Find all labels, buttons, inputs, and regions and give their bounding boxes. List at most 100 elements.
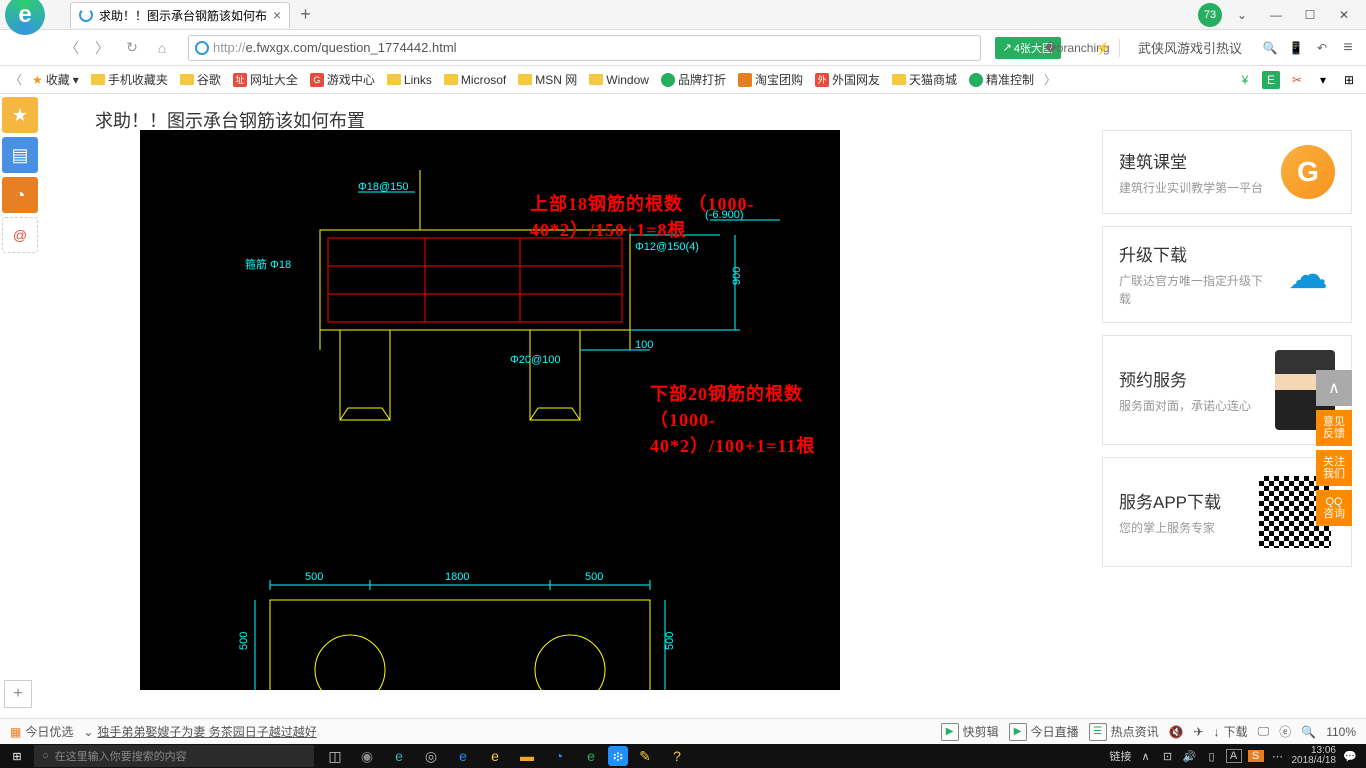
feedback-button[interactable]: 意见反馈 [1316, 410, 1352, 446]
tray-ime-a[interactable]: A [1226, 749, 1242, 763]
tab-close-icon[interactable]: × [273, 7, 281, 23]
close-button[interactable]: ✕ [1330, 5, 1358, 25]
bookmark-item[interactable]: Links [383, 71, 436, 88]
annotation-top: 上部18钢筋的根数 （1000-40*2）/150+1=8根 [530, 190, 840, 242]
bookmark-item[interactable]: MSN 网 [514, 71, 581, 88]
bookmark-item[interactable]: 外外国网友 [811, 71, 884, 88]
news-ticker[interactable]: ⌄独手弟弟娶嫂子为妻 务茶园日子越过越好 [83, 723, 316, 740]
zoom-icon[interactable]: 🔍 [1301, 725, 1316, 739]
new-tab-button[interactable]: + [300, 4, 311, 25]
bookmark-item[interactable]: Window [585, 71, 653, 88]
card-service[interactable]: 预约服务 服务面对面，承诺心连心 [1102, 335, 1352, 445]
taskview-icon[interactable]: ◫ [320, 744, 350, 768]
bookmark-item[interactable]: G游戏中心 [306, 71, 379, 88]
tray-net-icon[interactable]: ⊡ [1160, 750, 1176, 763]
qq-consult-button[interactable]: QQ咨询 [1316, 490, 1352, 526]
wallet-icon[interactable]: ¥ [1236, 71, 1254, 89]
zhibo-button[interactable]: ▶今日直播 [1009, 723, 1079, 741]
cloud-upload-icon: ☁︎ [1281, 248, 1335, 302]
download-button[interactable]: ↓下载 [1214, 723, 1248, 740]
app-icon[interactable]: ፨ [608, 746, 628, 766]
ie-icon[interactable]: e [480, 744, 510, 768]
minimize-button[interactable]: — [1262, 5, 1290, 25]
chevron-down-icon[interactable]: ▾ [1314, 71, 1332, 89]
forward-button[interactable]: 〉 [90, 36, 114, 60]
tray-ime-s[interactable]: S [1248, 750, 1264, 762]
edge-old-icon[interactable]: e [384, 744, 414, 768]
browser-e-icon[interactable]: e [576, 744, 606, 768]
tray-vol-icon[interactable]: 🔊 [1182, 750, 1198, 763]
card-app-download[interactable]: 服务APP下载 您的掌上服务专家 [1102, 457, 1352, 567]
expand-icon: ↗ [1003, 41, 1012, 54]
bookmark-item[interactable]: 手机收藏夹 [87, 71, 172, 88]
red-icon: G [310, 73, 324, 87]
tile-weibo[interactable]: ◔ [2, 177, 38, 213]
app-icon[interactable]: ◎ [416, 744, 446, 768]
follow-us-button[interactable]: 关注我们 [1316, 450, 1352, 486]
mute-icon[interactable]: 🔇 [1169, 725, 1184, 739]
maximize-button[interactable]: ☐ [1296, 5, 1324, 25]
tray-more-icon[interactable]: ⋯ [1270, 750, 1286, 763]
taskbar-search[interactable]: ○ 在这里输入你要搜索的内容 [34, 745, 314, 767]
ie-icon[interactable]: ⓔ [1279, 723, 1291, 740]
bolt-icon[interactable]: ⚡ [1093, 38, 1113, 58]
back-to-top-button[interactable]: ∧ [1316, 370, 1352, 406]
card-kecheng[interactable]: 建筑课堂 建筑行业实训教学第一平台 G [1102, 130, 1352, 214]
dropdown-icon[interactable]: ⌄ [1228, 5, 1256, 25]
zoom-level[interactable]: 110% [1326, 725, 1356, 739]
tray-bat-icon[interactable]: ▯ [1204, 750, 1220, 763]
card-sub: 服务面对面，承诺心连心 [1119, 397, 1265, 415]
bookmark-item[interactable]: Microsof [440, 71, 510, 88]
undo-icon[interactable]: ↶ [1312, 38, 1332, 58]
share-icon[interactable]: �branching [1067, 38, 1087, 58]
tray-link[interactable]: 链接 [1110, 748, 1132, 764]
ext-icon[interactable]: E [1262, 71, 1280, 89]
start-button[interactable]: ⊞ [0, 744, 34, 768]
folder-icon [444, 74, 458, 85]
scissors-icon[interactable]: ✂ [1288, 71, 1306, 89]
favorites-button[interactable]: ★ 收藏 ▾ [28, 71, 83, 88]
plane-icon[interactable]: ✈ [1194, 725, 1204, 739]
bookmark-item[interactable]: 天猫商城 [888, 71, 961, 88]
card-upgrade[interactable]: 升级下载 广联达官方唯一指定升级下载 ☁︎ [1102, 226, 1352, 323]
tile-news[interactable]: ▤ [2, 137, 38, 173]
bm-prev[interactable]: 〈 [8, 71, 24, 88]
bookmark-item[interactable]: 淘宝团购 [734, 71, 807, 88]
reload-button[interactable]: ↻ [120, 36, 144, 60]
explorer-icon[interactable]: ▬ [512, 744, 542, 768]
browser-logo[interactable]: e [0, 0, 50, 40]
search-icon[interactable]: 🔍 [1260, 38, 1280, 58]
card-sub: 您的掌上服务专家 [1119, 519, 1245, 537]
tile-favorites[interactable]: ★ [2, 97, 38, 133]
devices-icon[interactable]: 📱 [1286, 38, 1306, 58]
bookmark-item[interactable]: 品牌打折 [657, 71, 730, 88]
home-button[interactable]: ⌂ [150, 36, 174, 60]
today-picks[interactable]: ▦今日优选 [10, 723, 73, 740]
pc-icon[interactable]: 🖵 [1258, 724, 1270, 739]
search-hint[interactable]: 武侠风游戏引热议 [1138, 38, 1242, 57]
back-button[interactable]: 〈 [60, 36, 84, 60]
hotnews-button[interactable]: ☰热点资讯 [1089, 723, 1159, 741]
svg-text:500: 500 [305, 571, 323, 583]
edge-icon[interactable]: e [448, 744, 478, 768]
add-tile-button[interactable]: + [4, 680, 32, 708]
chevron-down-icon: ▾ [73, 73, 79, 87]
kuaijian-button[interactable]: ▶快剪辑 [941, 723, 999, 741]
tile-at[interactable]: @ [2, 217, 38, 253]
score-badge[interactable]: 73 [1198, 3, 1222, 27]
note-icon[interactable]: ✎ [630, 744, 660, 768]
url-input[interactable]: http:// e.fwxgx.com/question_1774442.htm… [188, 35, 981, 61]
app-icon[interactable]: ◔ [544, 744, 574, 768]
taskbar-clock[interactable]: 13:062018/4/18 [1292, 746, 1337, 766]
bookmark-item[interactable]: 址网址大全 [229, 71, 302, 88]
grid-icon[interactable]: ⊞ [1340, 71, 1358, 89]
notifications-icon[interactable]: 💬 [1342, 750, 1358, 763]
app-icon[interactable]: ◉ [352, 744, 382, 768]
bm-next[interactable]: 〉 [1042, 71, 1058, 88]
browser-tab[interactable]: 求助！！图示承台钢筋该如何布 × [70, 2, 290, 28]
tray-up-icon[interactable]: ∧ [1138, 750, 1154, 763]
bookmark-item[interactable]: 精准控制 [965, 71, 1038, 88]
menu-icon[interactable]: ≡ [1338, 38, 1358, 58]
help-icon[interactable]: ? [662, 744, 692, 768]
bookmark-item[interactable]: 谷歌 [176, 71, 225, 88]
